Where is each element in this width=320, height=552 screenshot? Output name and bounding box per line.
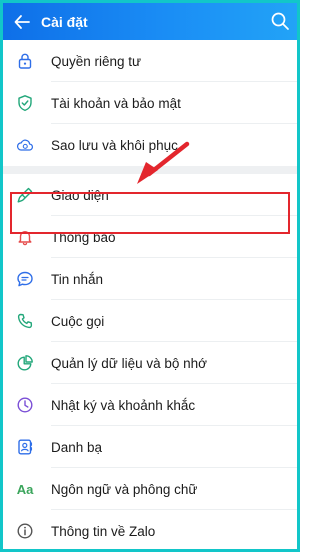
- settings-item-label: Cuộc gọi: [51, 313, 105, 329]
- settings-item-label: Thông báo: [51, 229, 116, 245]
- search-icon[interactable]: [269, 10, 291, 32]
- settings-item-privacy[interactable]: Quyền riêng tư: [3, 40, 297, 82]
- bell-icon: [16, 228, 34, 246]
- back-arrow-icon[interactable]: [5, 3, 39, 40]
- settings-item-label: Giao diện: [51, 187, 109, 203]
- info-icon: [16, 522, 34, 540]
- settings-item-label: Tài khoản và bảo mật: [51, 95, 181, 111]
- section-divider: [3, 166, 297, 174]
- shield-icon: [16, 94, 34, 112]
- settings-item-label: Nhật ký và khoảnh khắc: [51, 397, 196, 413]
- settings-item-about-zalo[interactable]: Thông tin về Zalo: [3, 510, 297, 549]
- screen-frame: Cài đặt Quyền riêng tư Tài khoản và bảo …: [0, 0, 300, 552]
- app-bar: Cài đặt: [3, 3, 297, 40]
- cloud-backup-icon: [16, 136, 34, 154]
- settings-item-notifications[interactable]: Thông báo: [3, 216, 297, 258]
- settings-list: Quyền riêng tư Tài khoản và bảo mật Sao …: [3, 40, 297, 549]
- settings-item-label: Thông tin về Zalo: [51, 523, 156, 539]
- settings-item-calls[interactable]: Cuộc gọi: [3, 300, 297, 342]
- phone-icon: [16, 312, 34, 330]
- settings-item-messages[interactable]: Tin nhắn: [3, 258, 297, 300]
- pie-chart-icon: [16, 354, 34, 372]
- settings-item-data-storage[interactable]: Quản lý dữ liệu và bộ nhớ: [3, 342, 297, 384]
- settings-item-language-font[interactable]: Aa Ngôn ngữ và phông chữ: [3, 468, 297, 510]
- settings-item-label: Quản lý dữ liệu và bộ nhớ: [51, 355, 207, 371]
- lock-icon: [16, 52, 34, 70]
- contacts-icon: [16, 438, 34, 456]
- settings-item-backup-restore[interactable]: Sao lưu và khôi phục: [3, 124, 297, 166]
- settings-item-appearance[interactable]: Giao diện: [3, 174, 297, 216]
- chat-bubble-icon: [16, 270, 34, 288]
- brush-icon: [16, 186, 34, 204]
- settings-item-contacts[interactable]: Danh bạ: [3, 426, 297, 468]
- settings-item-label: Ngôn ngữ và phông chữ: [51, 481, 198, 497]
- settings-item-account-security[interactable]: Tài khoản và bảo mật: [3, 82, 297, 124]
- settings-item-journal-moments[interactable]: Nhật ký và khoảnh khắc: [3, 384, 297, 426]
- settings-item-label: Tin nhắn: [51, 271, 104, 287]
- font-icon: Aa: [16, 481, 34, 497]
- settings-item-label: Quyền riêng tư: [51, 53, 142, 69]
- settings-item-label: Danh bạ: [51, 439, 103, 455]
- settings-item-label: Sao lưu và khôi phục: [51, 137, 178, 153]
- clock-icon: [16, 396, 34, 414]
- page-title: Cài đặt: [41, 13, 88, 30]
